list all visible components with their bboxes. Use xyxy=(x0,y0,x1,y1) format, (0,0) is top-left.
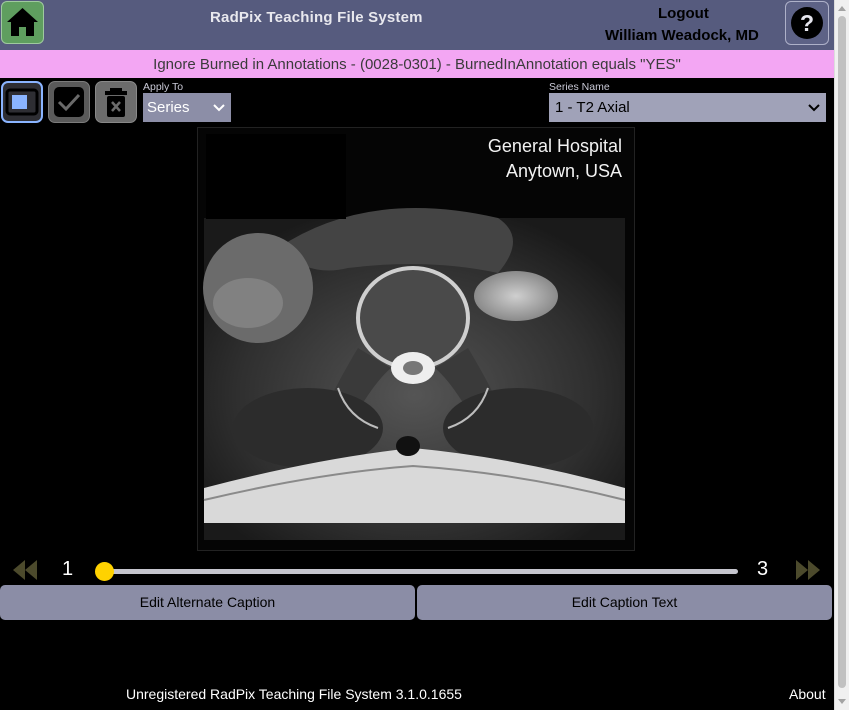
home-icon xyxy=(7,8,38,36)
series-name-value: 1 - T2 Axial xyxy=(555,99,630,116)
edit-caption-text-button[interactable]: Edit Caption Text xyxy=(417,585,832,620)
image-slider-track[interactable] xyxy=(104,569,738,574)
next-double-arrow-icon[interactable] xyxy=(795,559,821,581)
apply-to-label: Apply To xyxy=(143,81,184,93)
logout-link[interactable]: Logout xyxy=(658,5,709,22)
app-window: RadPix Teaching File System Logout Willi… xyxy=(0,0,834,710)
chevron-down-icon xyxy=(808,104,820,112)
previous-double-arrow-icon[interactable] xyxy=(12,559,38,581)
annotation-line-1: General Hospital xyxy=(487,136,622,156)
scrollbar-thumb[interactable] xyxy=(838,16,846,688)
chevron-down-icon xyxy=(213,104,225,112)
question-icon: ? xyxy=(791,7,823,39)
single-view-icon xyxy=(5,88,39,116)
image-viewer[interactable]: General Hospital Anytown, USA xyxy=(197,127,635,551)
image-slider-knob[interactable] xyxy=(94,562,114,581)
image-slider-row: 1 3 xyxy=(0,552,834,586)
series-name-select[interactable]: 1 - T2 Axial xyxy=(549,93,826,122)
scroll-down-arrow-icon[interactable] xyxy=(838,699,846,704)
apply-to-value: Series xyxy=(147,99,190,116)
help-button[interactable]: ? xyxy=(785,1,829,45)
svg-text:?: ? xyxy=(800,10,814,36)
burned-in-annotation: General Hospital Anytown, USA xyxy=(488,134,622,184)
trash-icon xyxy=(105,88,127,117)
checkmark-icon xyxy=(54,87,84,117)
about-link[interactable]: About xyxy=(789,686,826,702)
edit-alternate-caption-button[interactable]: Edit Alternate Caption xyxy=(0,585,415,620)
delete-button[interactable] xyxy=(95,81,137,123)
single-view-button[interactable] xyxy=(1,81,43,123)
apply-to-select[interactable]: Series xyxy=(143,93,231,122)
vertical-scrollbar[interactable] xyxy=(834,0,849,710)
header-bar: RadPix Teaching File System Logout Willi… xyxy=(0,0,834,50)
scroll-up-arrow-icon[interactable] xyxy=(838,6,846,11)
annotation-banner: Ignore Burned in Annotations - (0028-030… xyxy=(0,50,834,78)
series-name-label: Series Name xyxy=(549,81,610,93)
footer-status: Unregistered RadPix Teaching File System… xyxy=(126,686,462,702)
redaction-box xyxy=(206,134,346,219)
home-button[interactable] xyxy=(1,1,44,44)
annotation-line-2: Anytown, USA xyxy=(505,161,622,181)
slider-min-label: 1 xyxy=(62,558,74,580)
app-title: RadPix Teaching File System xyxy=(210,9,423,26)
user-name: William Weadock, MD xyxy=(605,27,759,44)
accept-button[interactable] xyxy=(48,81,90,123)
slider-max-label: 3 xyxy=(757,558,769,580)
